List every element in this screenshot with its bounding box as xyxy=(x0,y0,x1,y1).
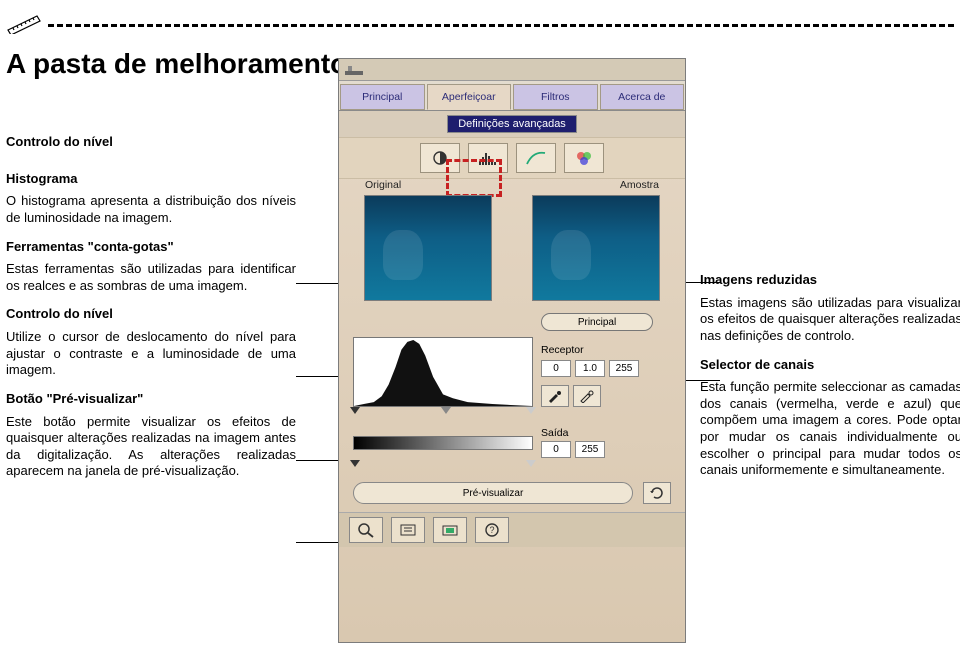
receptor-field-2[interactable]: 255 xyxy=(609,360,639,377)
receptor-field-0[interactable]: 0 xyxy=(541,360,571,377)
header-dashed-line xyxy=(48,24,954,27)
eyedropper-white-button[interactable] xyxy=(573,385,601,407)
left-sec3-body: Estas ferramentas são utilizadas para id… xyxy=(6,261,296,294)
slider-mid-handle[interactable] xyxy=(441,407,451,414)
left-sec1-title: Controlo do nível xyxy=(6,134,296,151)
thumb-original xyxy=(364,195,492,301)
app-panel: Principal Aperfeiçoar Filtros Acerca de … xyxy=(338,58,686,643)
left-sec4-title: Controlo do nível xyxy=(6,306,296,323)
right-sec1-title: Imagens reduzidas xyxy=(700,272,960,289)
right-sec2-title: Selector de canais xyxy=(700,357,960,374)
color-balance-button[interactable] xyxy=(564,143,604,173)
thumb-sample xyxy=(532,195,660,301)
bottom-toolbar: ? xyxy=(339,512,685,547)
left-sec5-title: Botão "Pré-visualizar" xyxy=(6,391,296,408)
histogram-box xyxy=(353,337,533,407)
eyedropper-black-button[interactable] xyxy=(541,385,569,407)
output-gradient[interactable] xyxy=(353,436,533,450)
lead-line xyxy=(296,460,344,461)
tab-bar: Principal Aperfeiçoar Filtros Acerca de xyxy=(339,81,685,111)
receptor-field-1[interactable]: 1.0 xyxy=(575,360,605,377)
left-sec5-body: Este botão permite visualizar os efeitos… xyxy=(6,414,296,481)
header-rule xyxy=(6,16,960,36)
lead-line xyxy=(296,376,344,377)
input-slider-row[interactable] xyxy=(339,407,685,425)
out-slider-black-handle[interactable] xyxy=(350,460,360,467)
output-field-0[interactable]: 0 xyxy=(541,441,571,458)
reset-button[interactable] xyxy=(643,482,671,504)
preview-row: Pré-visualizar xyxy=(339,478,685,512)
output-row: Saída 0 255 xyxy=(339,425,685,460)
tool-row xyxy=(339,137,685,179)
lead-line xyxy=(296,542,344,543)
brightness-contrast-button[interactable] xyxy=(420,143,460,173)
title-main: A pasta de melhoramentos: xyxy=(6,48,372,79)
receptor-column: Receptor 0 1.0 255 xyxy=(541,344,639,407)
zoom-button[interactable] xyxy=(349,517,383,543)
panel-titlebar xyxy=(339,59,685,81)
preferences-button[interactable] xyxy=(391,517,425,543)
tab-filtros[interactable]: Filtros xyxy=(513,84,598,110)
tab-aperfeicoar[interactable]: Aperfeiçoar xyxy=(427,84,512,110)
output-slider-row[interactable] xyxy=(339,460,685,478)
left-column: Controlo do nível Histograma O histogram… xyxy=(6,100,296,665)
thumb-labels: Original Amostra xyxy=(339,179,685,191)
levels-button[interactable] xyxy=(468,143,508,173)
channel-row: Principal xyxy=(339,309,685,335)
right-sec1-body: Estas imagens são utilizadas para visual… xyxy=(700,295,960,345)
lead-line xyxy=(686,282,720,283)
receptor-label: Receptor xyxy=(541,344,584,356)
center-column: Principal Aperfeiçoar Filtros Acerca de … xyxy=(310,100,686,665)
preview-button[interactable]: Pré-visualizar xyxy=(353,482,633,504)
slider-white-handle[interactable] xyxy=(526,407,536,414)
curves-button[interactable] xyxy=(516,143,556,173)
output-label: Saída xyxy=(541,427,568,439)
advanced-bar: Definições avançadas xyxy=(339,111,685,137)
scan-button[interactable] xyxy=(433,517,467,543)
left-sec3-title: Ferramentas "conta-gotas" xyxy=(6,239,296,256)
lead-line xyxy=(686,380,720,381)
left-sec4-body: Utilize o cursor de deslocamento do níve… xyxy=(6,329,296,379)
left-sec2-body: O histograma apresenta a distribuição do… xyxy=(6,193,296,226)
slider-black-handle[interactable] xyxy=(350,407,360,414)
right-sec2-body: Esta função permite seleccionar as camad… xyxy=(700,379,960,479)
thumbnails xyxy=(339,191,685,309)
dock-icon xyxy=(345,64,363,76)
advanced-settings-button[interactable]: Definições avançadas xyxy=(447,115,577,133)
label-original: Original xyxy=(365,179,401,191)
lead-line xyxy=(296,283,344,284)
ruler-icon xyxy=(7,12,42,34)
channel-selector[interactable]: Principal xyxy=(541,313,653,331)
out-slider-white-handle[interactable] xyxy=(526,460,536,467)
help-button[interactable]: ? xyxy=(475,517,509,543)
output-field-1[interactable]: 255 xyxy=(575,441,605,458)
tab-acerca-de[interactable]: Acerca de xyxy=(600,84,685,110)
svg-text:?: ? xyxy=(489,525,494,535)
histogram-row: Receptor 0 1.0 255 xyxy=(339,335,685,407)
tab-principal[interactable]: Principal xyxy=(340,84,425,110)
right-column: Imagens reduzidas Estas imagens são util… xyxy=(700,100,960,665)
left-sec2-title: Histograma xyxy=(6,171,296,188)
label-sample: Amostra xyxy=(620,179,659,191)
